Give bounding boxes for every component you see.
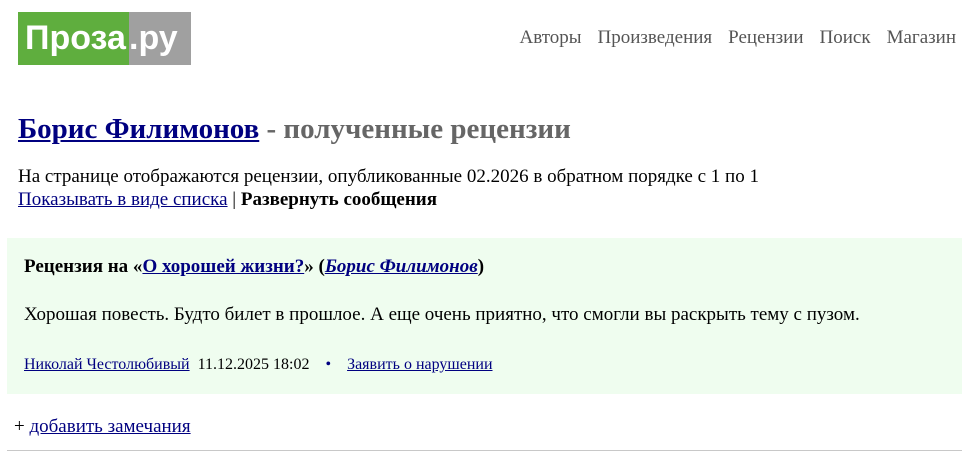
logo-part-proza: Проза [18,12,129,65]
bullet-icon: • [325,356,332,373]
review-meta: Николай Честолюбивый 11.12.2025 18:02 • Зая… [24,356,493,374]
expand-messages-label: Развернуть сообщения [240,189,438,210]
review-suffix: ) [477,256,485,277]
logo-part-ru: .ру [129,12,191,65]
nav-reviews[interactable]: Рецензии [728,27,803,49]
site-header: Проза .ру Авторы Произведения Рецензии П… [0,0,962,80]
review-mid: » ( [304,256,325,277]
site-logo[interactable]: Проза .ру [18,12,191,65]
divider [7,450,962,451]
review-date: 11.12.2025 18:02 [197,356,310,373]
page-title: Борис Филимонов - полученные рецензии [18,113,571,146]
page-info: На странице отображаются рецензии, опубл… [18,165,759,211]
view-controls: Показывать в виде списка | Развернуть со… [18,188,759,211]
separator: | [227,189,241,210]
nav-shop[interactable]: Магазин [887,27,956,49]
nav-works[interactable]: Произведения [598,27,713,49]
author-name-link[interactable]: Борис Филимонов [18,113,259,145]
add-comments-link[interactable]: добавить замечания [29,416,190,437]
nav-search[interactable]: Поиск [820,27,871,49]
review-prefix: Рецензия на « [24,256,143,277]
reviewer-link[interactable]: Николай Честолюбивый [24,356,190,373]
list-view-link[interactable]: Показывать в виде списка [18,189,228,210]
plus-icon: + [14,416,30,437]
top-nav: Авторы Произведения Рецензии Поиск Магаз… [503,27,956,49]
page-title-suffix: - полученные рецензии [259,113,571,145]
review-heading: Рецензия на «О хорошей жизни?» (Борис Фи… [24,256,484,278]
add-comments: + добавить замечания [14,416,191,438]
review-text: Хорошая повесть. Будто билет в прошлое. … [24,304,860,325]
nav-authors[interactable]: Авторы [519,27,581,49]
work-title-link[interactable]: О хорошей жизни? [142,256,304,277]
review-card: Рецензия на «О хорошей жизни?» (Борис Фи… [7,238,962,394]
work-author-link[interactable]: Борис Филимонов [325,256,478,277]
report-violation-link[interactable]: Заявить о нарушении [347,356,492,373]
info-text: На странице отображаются рецензии, опубл… [18,166,759,187]
